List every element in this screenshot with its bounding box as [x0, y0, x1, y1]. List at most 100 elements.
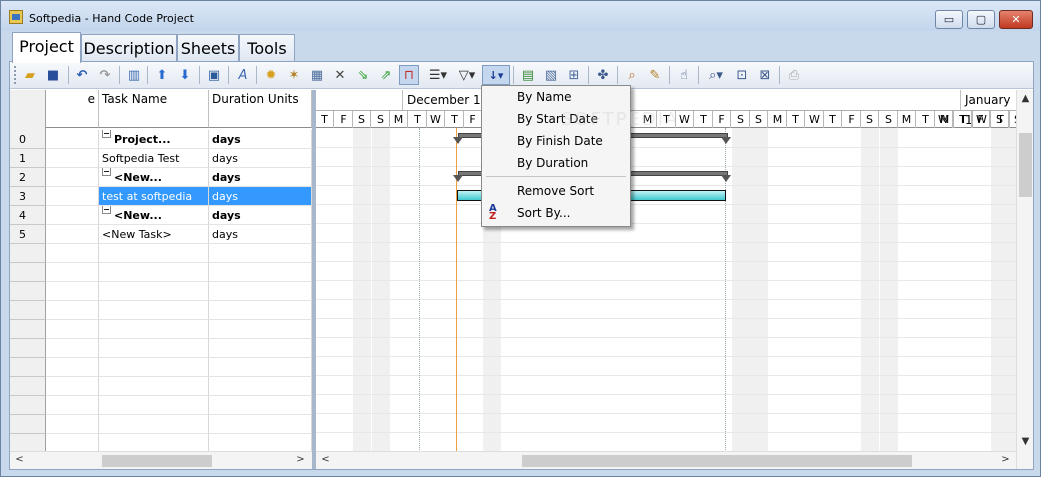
duration-units-cell[interactable]: days — [209, 225, 312, 244]
table-cell[interactable] — [99, 244, 209, 263]
table-cell[interactable] — [46, 377, 99, 396]
table-row[interactable]: − Project... — [99, 130, 209, 149]
table-cell[interactable] — [46, 168, 99, 187]
table-cell[interactable] — [46, 282, 99, 301]
table-cell[interactable] — [99, 339, 209, 358]
table-cell[interactable] — [46, 301, 99, 320]
table-cell[interactable] — [99, 377, 209, 396]
duration-units-cell[interactable]: days — [209, 187, 312, 206]
table-cell[interactable] — [46, 149, 99, 168]
zoom-dropdown-icon[interactable]: ⌕▾ — [703, 65, 729, 85]
scroll-left-icon[interactable]: < — [318, 454, 333, 465]
row-number[interactable] — [10, 415, 46, 434]
toolbar-grip[interactable] — [14, 66, 17, 84]
table-cell[interactable] — [209, 358, 312, 377]
row-number[interactable] — [10, 244, 46, 263]
row-number[interactable] — [10, 320, 46, 339]
minimize-button[interactable]: ▭ — [935, 10, 963, 29]
table-cell[interactable] — [46, 187, 99, 206]
collapse-icon[interactable]: − — [102, 206, 111, 214]
undo-icon[interactable]: ↶ — [72, 65, 92, 85]
team-icon[interactable]: ✤ — [593, 65, 613, 85]
scroll-thumb[interactable] — [522, 455, 912, 467]
table-cell[interactable] — [209, 415, 312, 434]
table-row[interactable]: − <New... — [99, 168, 209, 187]
remove-sort-item[interactable]: Remove Sort — [483, 180, 629, 202]
move-up-icon[interactable]: ⬆ — [152, 65, 172, 85]
grid-horizontal-scrollbar[interactable]: < > — [10, 451, 312, 469]
table-cell[interactable] — [209, 377, 312, 396]
duration-units-cell[interactable]: days — [209, 130, 312, 149]
vertical-scrollbar[interactable]: ▲ ▼ — [1016, 90, 1033, 469]
table-cell[interactable] — [46, 434, 99, 452]
column-header-duration-units[interactable]: Duration Units — [209, 90, 312, 128]
column-header-e[interactable]: e — [46, 90, 99, 128]
scroll-thumb[interactable] — [102, 455, 212, 467]
indent-icon[interactable]: ⇘ — [353, 65, 373, 85]
tab-tools[interactable]: Tools — [239, 34, 295, 62]
scroll-right-icon[interactable]: > — [293, 454, 308, 465]
table-cell[interactable] — [209, 434, 312, 452]
layout-dropdown-icon[interactable]: ☰▾ — [424, 65, 452, 85]
sort-by-dialog-item[interactable]: AZ Sort By... — [483, 202, 629, 224]
gantt-chart[interactable]: December 1 January 1 TFSSMTWTFSMTWTFSSMT… — [316, 90, 1016, 452]
sort-by-name-item[interactable]: By Name — [483, 86, 629, 108]
task-info-icon[interactable]: ▣ — [204, 65, 224, 85]
task-name-cell[interactable]: Softpedia Test — [99, 149, 209, 168]
table-cell[interactable] — [99, 320, 209, 339]
table-cell[interactable] — [209, 282, 312, 301]
table-cell[interactable] — [46, 415, 99, 434]
duration-units-cell[interactable]: days — [209, 206, 312, 225]
gantt-horizontal-scrollbar[interactable]: < > — [316, 451, 1016, 469]
maximize-button[interactable]: ▢ — [967, 10, 995, 29]
collapse-icon[interactable]: − — [102, 168, 111, 176]
highlight-icon[interactable]: ✎ — [645, 65, 665, 85]
row-number[interactable]: 0 — [10, 130, 46, 149]
link-tasks-icon[interactable]: ⊓ — [399, 65, 419, 85]
table-cell[interactable] — [209, 396, 312, 415]
font-icon[interactable]: A — [233, 65, 253, 85]
table-cell[interactable] — [99, 301, 209, 320]
open-icon[interactable]: ▰ — [20, 65, 40, 85]
assign-icon[interactable]: ⊞ — [564, 65, 584, 85]
table-cell[interactable] — [46, 358, 99, 377]
resources-icon[interactable]: ▧ — [541, 65, 561, 85]
scroll-left-icon[interactable]: < — [12, 454, 27, 465]
tab-sheets[interactable]: Sheets — [177, 34, 239, 62]
new-summary-icon[interactable]: ✶ — [284, 65, 304, 85]
table-cell[interactable] — [209, 263, 312, 282]
table-cell[interactable] — [99, 434, 209, 452]
save-icon[interactable]: ■ — [43, 65, 63, 85]
table-cell[interactable] — [99, 358, 209, 377]
scroll-down-icon[interactable]: ▼ — [1018, 436, 1033, 447]
table-cell[interactable] — [46, 339, 99, 358]
scroll-up-icon[interactable]: ▲ — [1018, 93, 1033, 104]
row-number[interactable] — [10, 358, 46, 377]
filter-dropdown-icon[interactable]: ▽▾ — [454, 65, 480, 85]
table-cell[interactable] — [209, 339, 312, 358]
table-cell[interactable] — [209, 244, 312, 263]
pointer-icon[interactable]: ☝ — [674, 65, 694, 85]
collapse-icon[interactable]: − — [102, 130, 111, 138]
row-number[interactable] — [10, 396, 46, 415]
row-number[interactable] — [10, 301, 46, 320]
table-row[interactable]: − <New... — [99, 206, 209, 225]
table-cell[interactable] — [46, 206, 99, 225]
zoom-fit-icon[interactable]: ⊡ — [732, 65, 752, 85]
find-icon[interactable]: ⌕ — [622, 65, 642, 85]
task-name-cell[interactable]: <New Task> — [99, 225, 209, 244]
table-cell[interactable] — [99, 282, 209, 301]
move-down-icon[interactable]: ⬇ — [175, 65, 195, 85]
tab-project[interactable]: Project — [12, 32, 81, 63]
table-cell[interactable] — [46, 130, 99, 149]
table-cell[interactable] — [209, 301, 312, 320]
scroll-thumb[interactable] — [1019, 133, 1032, 197]
duration-units-cell[interactable]: days — [209, 168, 312, 187]
sort-by-duration-item[interactable]: By Duration — [483, 152, 629, 174]
table-cell[interactable] — [99, 415, 209, 434]
row-number[interactable]: 4 — [10, 206, 46, 225]
zoom-task-icon[interactable]: ⊠ — [755, 65, 775, 85]
row-number[interactable]: 1 — [10, 149, 46, 168]
table-cell[interactable] — [209, 320, 312, 339]
row-number[interactable]: 2 — [10, 168, 46, 187]
